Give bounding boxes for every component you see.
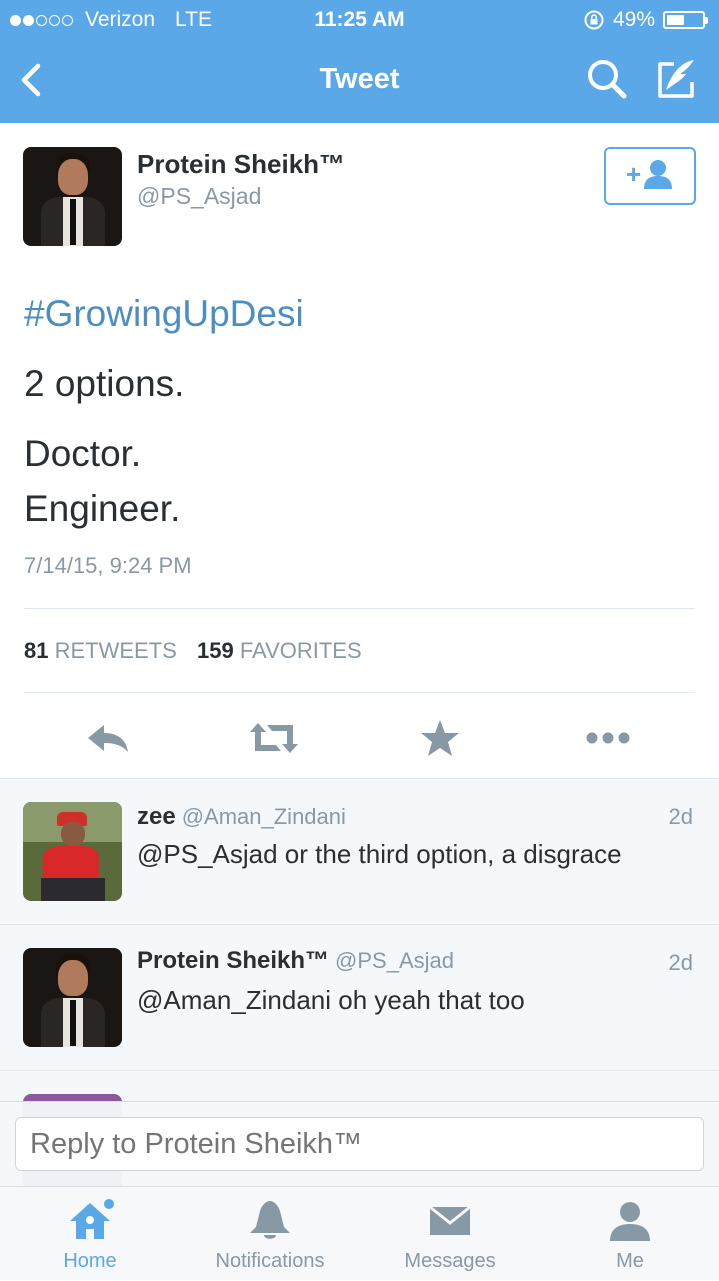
reply-avatar[interactable]	[23, 802, 122, 901]
tweet-text-line: Doctor.	[24, 433, 142, 474]
navigation-bar: Tweet	[0, 40, 719, 123]
tweet-detail: Protein Sheikh™ @PS_Asjad + #GrowingUpDe…	[0, 123, 719, 778]
tab-label: Notifications	[215, 1250, 325, 1272]
bell-icon	[250, 1201, 290, 1239]
favorite-star-icon[interactable]	[416, 718, 464, 758]
reply-author[interactable]: Protein Sheikh™ @PS_Asjad	[137, 947, 454, 975]
author-name[interactable]: Protein Sheikh™	[137, 149, 345, 180]
reply-avatar[interactable]	[23, 948, 122, 1047]
reply-composer	[0, 1101, 719, 1186]
tweet-hashtag-link[interactable]: #GrowingUpDesi	[24, 293, 304, 335]
author-handle[interactable]: @PS_Asjad	[137, 183, 261, 210]
author-avatar[interactable]	[23, 147, 122, 246]
tab-label: Home	[63, 1250, 117, 1272]
tab-home[interactable]: Home	[0, 1187, 180, 1281]
divider	[24, 608, 695, 609]
add-user-icon: +	[626, 159, 672, 189]
reply-input[interactable]	[15, 1117, 704, 1171]
tab-label: Me	[616, 1250, 644, 1272]
list-item[interactable]: zee @Aman_Zindani 2d @PS_Asjad or the thi…	[0, 778, 719, 924]
tab-bar: Home Notifications Messages Me	[0, 1186, 719, 1280]
compose-feather-icon[interactable]	[652, 56, 700, 104]
battery-percent: 49%	[612, 8, 655, 31]
tweet-text-line: 2 options.	[24, 363, 185, 404]
tab-notifications[interactable]: Notifications	[180, 1187, 360, 1281]
status-bar: Verizon LTE 11:25 AM 49%	[0, 0, 719, 40]
tweet-timestamp: 7/14/15, 9:24 PM	[24, 553, 192, 578]
reply-text: @Aman_Zindani oh yeah that too	[137, 985, 525, 1015]
search-icon[interactable]	[584, 56, 630, 102]
follow-button[interactable]: +	[604, 147, 696, 205]
person-icon	[610, 1202, 650, 1241]
svg-text:+: +	[626, 159, 641, 189]
reply-icon[interactable]	[84, 718, 132, 758]
retweets-stat[interactable]: 81 RETWEETS	[24, 638, 177, 663]
tab-messages[interactable]: Messages	[360, 1187, 540, 1281]
retweet-icon[interactable]	[246, 718, 302, 758]
status-right: 49%	[583, 8, 708, 32]
tweet-stats: 81 RETWEETS 159 FAVORITES	[24, 638, 376, 664]
more-dots-icon[interactable]	[584, 718, 632, 758]
divider	[24, 692, 695, 693]
tab-label: Messages	[404, 1250, 496, 1272]
reply-author[interactable]: zee @Aman_Zindani	[137, 803, 346, 831]
envelope-icon	[429, 1205, 471, 1235]
home-icon	[70, 1199, 114, 1239]
rotation-lock-icon	[584, 10, 604, 30]
reply-text: @PS_Asjad or the third option, a disgrac…	[137, 839, 622, 869]
tab-me[interactable]: Me	[540, 1187, 719, 1281]
battery-icon	[663, 11, 708, 29]
reply-time: 2d	[668, 804, 693, 829]
tweet-text-line: Engineer.	[24, 488, 181, 529]
list-item[interactable]: Protein Sheikh™ @PS_Asjad 2d @Aman_Zindan…	[0, 924, 719, 1070]
favorites-stat[interactable]: 159 FAVORITES	[197, 638, 362, 663]
reply-time: 2d	[668, 950, 693, 975]
